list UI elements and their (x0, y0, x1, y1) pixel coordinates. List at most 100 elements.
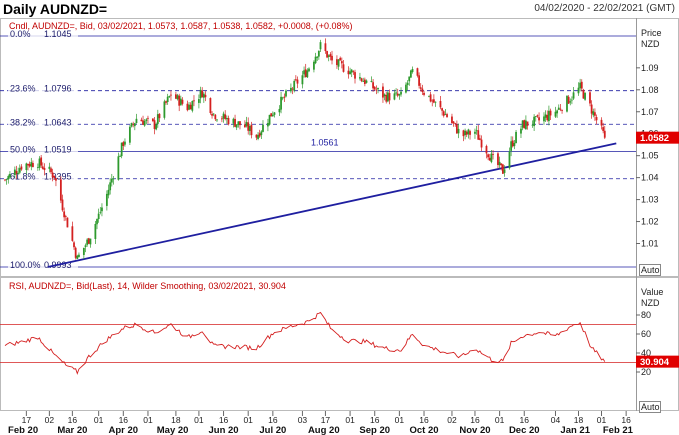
candle-body (521, 120, 524, 128)
candle-body (96, 219, 98, 225)
candle-body (76, 255, 79, 260)
candle-body (135, 118, 138, 124)
candle-body (191, 100, 194, 111)
candle-body (406, 82, 409, 85)
candle-body (55, 178, 57, 181)
candle-body (97, 213, 100, 220)
candle-body (198, 99, 200, 103)
candle-body (416, 68, 419, 76)
candle-body (166, 96, 169, 102)
price-tick-label: 1.02 (641, 217, 659, 227)
candle-body (255, 134, 258, 138)
candle-body (571, 99, 573, 101)
candle-body (513, 142, 516, 147)
candle-body (38, 158, 41, 168)
month-label: Dec 20 (509, 425, 540, 435)
price-tick-label: 1.09 (641, 63, 659, 73)
candle-body (454, 123, 457, 124)
candle-body (122, 142, 125, 146)
candle-body (262, 124, 264, 132)
month-label: Apr 20 (109, 425, 139, 435)
month-label: Jul 20 (259, 425, 286, 435)
candle-body (316, 56, 319, 58)
candle-body (268, 114, 271, 125)
candle-body (339, 57, 342, 61)
candle-body (478, 138, 481, 140)
candle-body (87, 238, 90, 244)
candle-body (359, 77, 361, 79)
candle-body (209, 98, 212, 114)
candle-body (490, 153, 493, 163)
candle-body (398, 94, 401, 96)
price-auto-button[interactable]: Auto (639, 264, 661, 276)
candle-body (147, 117, 149, 119)
fib-pct-label: 23.6% (10, 84, 36, 94)
candle-body (245, 122, 248, 127)
x-tick-label: 16 (370, 415, 380, 425)
candle-body (234, 118, 236, 127)
candle-body (409, 70, 412, 78)
candle-body (170, 94, 172, 96)
chart-canvas[interactable]: 0.0% 1.104523.6% 1.079638.2% 1.064350.0% 1.0… (0, 0, 679, 435)
candle-body (442, 111, 445, 116)
candle-body (349, 71, 351, 75)
candle-body (419, 87, 422, 89)
trendline (47, 142, 617, 268)
x-tick-label: 01 (194, 415, 204, 425)
candle-body (432, 99, 435, 103)
candle-body (27, 163, 29, 166)
candle-body (434, 101, 437, 103)
candle-body (336, 59, 338, 66)
candle-body (43, 167, 46, 171)
candle-body (142, 120, 144, 125)
candle-body (503, 169, 506, 173)
candle-body (285, 90, 287, 97)
candle-body (395, 92, 397, 94)
candle-body (566, 95, 568, 112)
candle-body (520, 128, 522, 134)
candle-body (418, 75, 420, 86)
candle-body (257, 134, 259, 139)
candle-body (119, 156, 121, 157)
candle-body (497, 153, 499, 165)
candle-body (589, 92, 591, 104)
candle-body (498, 161, 501, 166)
candle-body (109, 182, 112, 191)
candle-body (101, 207, 103, 212)
x-tick-label: 01 (143, 415, 153, 425)
price-auto-label: Auto (641, 265, 660, 275)
candle-body (439, 101, 442, 108)
rsi-series (0, 311, 636, 375)
candle-body (168, 96, 171, 98)
x-tick-label: 02 (45, 415, 55, 425)
candle-body (235, 124, 238, 128)
month-label: Mar 20 (57, 425, 87, 435)
candle-body (124, 141, 126, 145)
candle-body (572, 92, 575, 99)
candle-body (602, 127, 605, 131)
candle-body (603, 130, 606, 138)
candle-body (533, 116, 536, 127)
candle-body (112, 178, 115, 180)
candle-body (347, 70, 350, 75)
candle-body (211, 113, 213, 116)
candle-body (283, 96, 286, 98)
candle-body (156, 114, 159, 124)
fib-pct-label: 38.2% (10, 117, 36, 127)
last-price-badge: 1.0582 (636, 131, 679, 144)
rsi-panel-info: RSI, AUDNZD=, Bid(Last), 14, Wilder Smoo… (9, 281, 286, 291)
candle-body (151, 118, 154, 122)
candle-body (59, 179, 62, 201)
candle-body (382, 86, 384, 98)
candle-body (17, 172, 20, 174)
candle-body (94, 223, 97, 240)
candle-body (331, 55, 333, 61)
month-label: Feb 20 (8, 425, 38, 435)
fib-pct-label: 61.8% (10, 172, 36, 182)
candle-body (237, 121, 240, 125)
candle-body (342, 64, 345, 72)
rsi-auto-button[interactable]: Auto (639, 401, 661, 413)
candle-body (176, 95, 179, 100)
candle-body (308, 68, 310, 72)
price-tick-label: 1.05 (641, 151, 659, 161)
